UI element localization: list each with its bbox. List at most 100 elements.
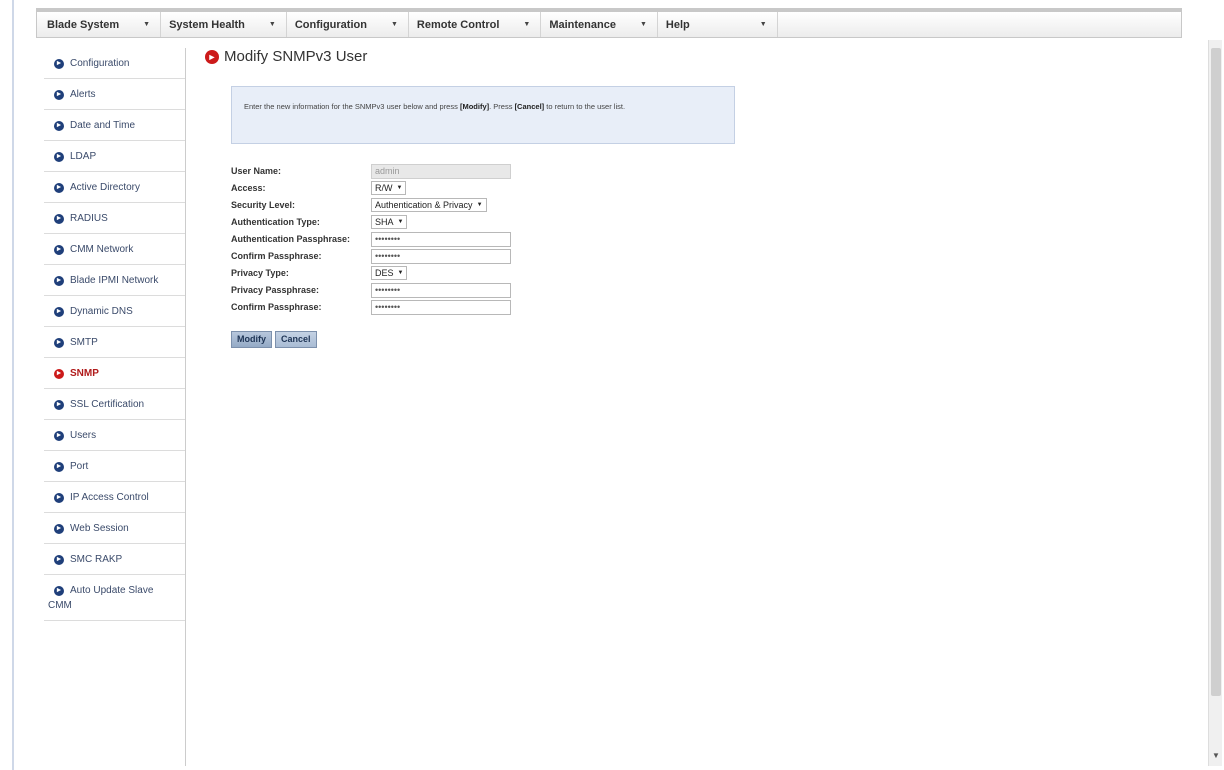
sidebar-item-label: SNMP [70, 368, 99, 379]
page-title: ► Modify SNMPv3 User [205, 48, 1185, 65]
confirm-privacy-passphrase-label: Confirm Passphrase: [231, 302, 322, 312]
auth-type-value: SHA [375, 217, 394, 227]
form-row-access: Access: R/W ▼ [231, 180, 511, 196]
instructions-text: to return to the user list. [544, 102, 626, 111]
sidebar-item-ldap[interactable]: ► LDAP [44, 141, 185, 172]
confirm-privacy-passphrase-field[interactable]: •••••••• [371, 299, 511, 315]
arrow-right-icon: ► [54, 307, 64, 317]
sidebar-item-label: Port [70, 461, 89, 472]
arrow-right-icon: ► [205, 49, 219, 64]
arrow-right-icon: ► [54, 183, 64, 193]
instructions-text: Enter the new information for the SNMPv3… [244, 102, 460, 111]
arrow-right-icon: ► [54, 431, 64, 441]
sidebar-item-label: Configuration [70, 58, 130, 69]
form-row-user-name: User Name: admin [231, 163, 511, 179]
auth-type-label: Authentication Type: [231, 217, 320, 227]
sidebar-item-label: Auto Update Slave [70, 585, 154, 596]
sidebar-item-blade-ipmi-network[interactable]: ► Blade IPMI Network [44, 265, 185, 296]
vertical-scrollbar[interactable]: ▼ [1208, 40, 1222, 766]
menu-label: Maintenance [549, 18, 616, 31]
sidebar-item-active-directory[interactable]: ► Active Directory [44, 172, 185, 203]
user-name-field: admin [371, 163, 511, 179]
sidebar-item-web-session[interactable]: ► Web Session [44, 513, 185, 544]
auth-passphrase-label: Authentication Passphrase: [231, 234, 351, 244]
sidebar-item-label: Blade IPMI Network [70, 275, 159, 286]
arrow-right-icon: ► [54, 524, 64, 534]
menu-help[interactable]: Help ▼ [658, 12, 778, 37]
sidebar-item-label: Alerts [70, 89, 96, 100]
scrollbar-thumb[interactable] [1211, 48, 1221, 696]
sidebar-item-label: SMTP [70, 337, 98, 348]
arrow-right-icon: ► [54, 276, 64, 286]
form-row-confirm-auth-pass: Confirm Passphrase: •••••••• [231, 248, 511, 264]
sidebar-item-dynamic-dns[interactable]: ► Dynamic DNS [44, 296, 185, 327]
sidebar-item-snmp[interactable]: ► SNMP [44, 358, 185, 389]
sidebar-item-label: RADIUS [70, 213, 108, 224]
arrow-right-icon: ► [54, 152, 64, 162]
privacy-type-label: Privacy Type: [231, 268, 289, 278]
arrow-right-icon: ► [54, 555, 64, 565]
sidebar-item-label: SSL Certification [70, 399, 145, 410]
arrow-right-icon: ► [54, 586, 64, 596]
chevron-down-icon: ▼ [396, 185, 403, 191]
sidebar-item-label: IP Access Control [70, 492, 149, 503]
sidebar-item-smc-rakp[interactable]: ► SMC RAKP [44, 544, 185, 575]
form-row-confirm-privacy-pass: Confirm Passphrase: •••••••• [231, 299, 511, 315]
chevron-down-icon: ▼ [523, 21, 531, 28]
menu-label: Remote Control [416, 18, 500, 31]
sidebar-item-label: Date and Time [70, 120, 136, 131]
auth-passphrase-field[interactable]: •••••••• [371, 231, 511, 247]
access-value: R/W [375, 183, 393, 193]
sidebar-item-label-line2: CMM [48, 599, 72, 611]
modify-button[interactable]: Modify [231, 331, 272, 348]
form-row-auth-type: Authentication Type: SHA ▼ [231, 214, 511, 230]
sidebar-item-label: Users [70, 430, 97, 441]
main-content: ► Modify SNMPv3 User Enter the new infor… [205, 48, 1185, 348]
cancel-button[interactable]: Cancel [275, 331, 317, 348]
sidebar-item-cmm-network[interactable]: ► CMM Network [44, 234, 185, 265]
arrow-right-icon: ► [54, 214, 64, 224]
sidebar-item-ssl-certification[interactable]: ► SSL Certification [44, 389, 185, 420]
sidebar-item-auto-update-slave-cmm[interactable]: ► Auto Update Slave CMM [44, 575, 185, 621]
arrow-right-icon: ► [54, 245, 64, 255]
menu-label: Configuration [294, 18, 367, 31]
chevron-down-icon: ▼ [759, 21, 767, 28]
sidebar-item-alerts[interactable]: ► Alerts [44, 79, 185, 110]
instructions-cancel-keyword: [Cancel] [514, 102, 545, 111]
privacy-passphrase-label: Privacy Passphrase: [231, 285, 320, 295]
privacy-passphrase-field[interactable]: •••••••• [371, 282, 511, 298]
sidebar-item-users[interactable]: ► Users [44, 420, 185, 451]
menu-system-health[interactable]: System Health ▼ [161, 12, 287, 37]
arrow-right-icon: ► [54, 59, 64, 69]
form-row-privacy-pass: Privacy Passphrase: •••••••• [231, 282, 511, 298]
form-row-security-level: Security Level: Authentication & Privacy… [231, 197, 511, 213]
menu-configuration[interactable]: Configuration ▼ [287, 12, 409, 37]
privacy-type-value: DES [375, 268, 394, 278]
sidebar-item-smtp[interactable]: ► SMTP [44, 327, 185, 358]
access-select[interactable]: R/W ▼ [371, 181, 407, 195]
auth-type-select[interactable]: SHA ▼ [371, 215, 408, 229]
sidebar-item-port[interactable]: ► Port [44, 451, 185, 482]
sidebar-item-label: CMM Network [70, 244, 134, 255]
instructions-text: . Press [489, 102, 515, 111]
top-menu-bar: Blade System ▼ System Health ▼ Configurati… [36, 8, 1182, 38]
privacy-type-select[interactable]: DES ▼ [371, 266, 408, 280]
scroll-down-arrow-icon[interactable]: ▼ [1211, 750, 1221, 762]
sidebar-item-label: SMC RAKP [70, 554, 123, 565]
arrow-right-icon: ► [54, 493, 64, 503]
sidebar-item-configuration[interactable]: ► Configuration [44, 48, 185, 79]
security-level-select[interactable]: Authentication & Privacy ▼ [371, 198, 487, 212]
arrow-right-icon: ► [54, 90, 64, 100]
sidebar-nav: ► Configuration ► Alerts ► Date and Time ► L… [44, 48, 186, 766]
menu-blade-system[interactable]: Blade System ▼ [37, 12, 162, 37]
menu-maintenance[interactable]: Maintenance ▼ [541, 12, 658, 37]
chevron-down-icon: ▼ [390, 21, 398, 28]
confirm-auth-passphrase-field[interactable]: •••••••• [371, 248, 511, 264]
arrow-right-icon: ► [54, 400, 64, 410]
sidebar-item-date-time[interactable]: ► Date and Time [44, 110, 185, 141]
sidebar-item-radius[interactable]: ► RADIUS [44, 203, 185, 234]
menu-remote-control[interactable]: Remote Control ▼ [409, 12, 542, 37]
sidebar-item-ip-access-control[interactable]: ► IP Access Control [44, 482, 185, 513]
chevron-down-icon: ▼ [397, 270, 404, 276]
chevron-down-icon: ▼ [143, 21, 151, 28]
